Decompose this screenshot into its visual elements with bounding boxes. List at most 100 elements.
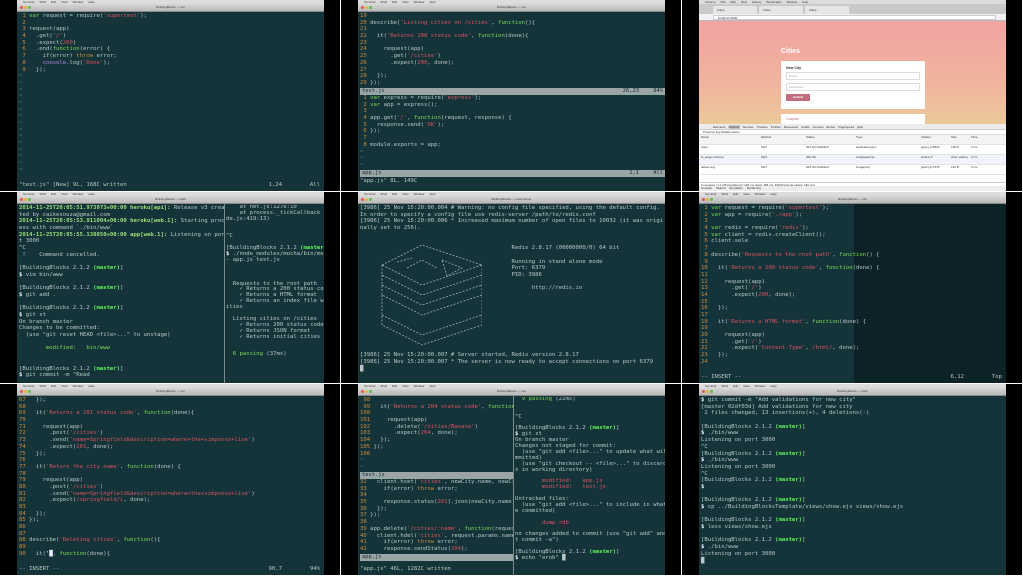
devtools-tab[interactable]: jsbin (857, 125, 863, 129)
network-row[interactable]: hi_anger-script.js GET 200 OK text/javascri… (699, 155, 1006, 165)
close-button[interactable] (702, 198, 705, 201)
devtools-tab[interactable]: Console (812, 125, 823, 129)
devtools-tab[interactable]: Ember (827, 125, 836, 129)
terminal-pane[interactable]: 19 20 describe('Listing cities on /citie… (360, 13, 665, 95)
minimize-button[interactable] (706, 198, 709, 201)
text-line: 99 it('Returns a 204 status code', funct… (360, 404, 513, 411)
text-segment: 20 (701, 332, 712, 339)
close-button[interactable] (702, 390, 705, 393)
city-list-item[interactable]: Caspian (781, 114, 925, 124)
column-header[interactable]: Time (971, 135, 991, 144)
minimize-button[interactable] (365, 198, 368, 201)
window-controls[interactable] (361, 390, 372, 393)
window-controls[interactable] (361, 198, 372, 201)
zoom-button[interactable] (369, 390, 372, 393)
terminal-pane[interactable]: $ git commit -m "Add validations for new… (701, 397, 1004, 573)
window-controls[interactable] (20, 198, 31, 201)
zoom-button[interactable] (710, 198, 713, 201)
text-line (701, 491, 1004, 498)
terminal-pane[interactable]: 2014-11-25T20:05:51.973973+00:00 heroku[… (19, 205, 224, 381)
column-header[interactable]: Status (806, 135, 856, 144)
text-line: $ less views/show.ejs (701, 524, 1004, 531)
minimize-button[interactable] (24, 198, 27, 201)
drawer-tab[interactable]: Rendering (747, 186, 761, 190)
devtools-tab[interactable]: Profiles (771, 125, 781, 129)
zoom-button[interactable] (710, 390, 713, 393)
terminal-pane[interactable]: 9 passing (22ms) ^C [BuildingBlocks 2.1.2 … (515, 397, 665, 573)
zoom-button[interactable] (369, 6, 372, 9)
terminal-pane[interactable]: at net.js:1276:10 at process._tickCallba… (226, 205, 324, 381)
window-controls[interactable] (20, 390, 31, 393)
zoom-button[interactable] (28, 198, 31, 201)
window-controls[interactable] (20, 6, 31, 9)
pane-divider[interactable] (224, 204, 225, 383)
close-button[interactable] (361, 198, 364, 201)
text-segment: (done) { (839, 318, 867, 325)
close-button[interactable] (361, 390, 364, 393)
browser-tab[interactable]: Cities (713, 6, 757, 14)
text-segment: 'cities' (417, 479, 445, 485)
window-controls[interactable] (361, 6, 372, 9)
devtools-tab[interactable]: PageSpeed (838, 125, 854, 129)
terminal-body[interactable]: [3986] 25 Nov 15:20:00.004 # Warning: no… (358, 204, 665, 383)
submit-button[interactable]: Submit (786, 94, 810, 101)
terminal-body[interactable]: 1 var request = require('supertest'); 2 … (17, 12, 324, 191)
browser-tab[interactable]: Cities (759, 6, 803, 14)
terminal-pane[interactable]: 1 var request = require('supertest'); 2 … (19, 13, 322, 181)
zoom-button[interactable] (28, 6, 31, 9)
terminal-body[interactable]: 98 99 it('Returns a 204 status code', fu… (358, 396, 665, 575)
column-header[interactable]: Initiator (921, 135, 951, 144)
network-row[interactable]: cities GET 304 Not Modified application/jso… (699, 145, 1006, 155)
devtools-tab[interactable]: Resources (784, 125, 798, 129)
window-controls[interactable] (702, 390, 713, 393)
minimize-button[interactable] (365, 390, 368, 393)
zoom-button[interactable] (28, 390, 31, 393)
drawer-tab[interactable]: Search (716, 186, 726, 190)
terminal-body[interactable]: $ git commit -m "Add validations for new… (699, 396, 1006, 575)
terminal-pane[interactable]: 32 client.hset('cities', newCity.name, n… (360, 479, 513, 561)
terminal-body[interactable]: 1 var request = require('supertest'); 2 … (699, 204, 1006, 383)
text-segment: s in working directory) (515, 466, 593, 473)
close-button[interactable] (20, 6, 23, 9)
terminal-pane[interactable]: 98 99 it('Returns a 204 status code', fu… (360, 397, 513, 479)
column-header[interactable]: Type (856, 135, 921, 144)
close-button[interactable] (361, 6, 364, 9)
column-header[interactable]: Method (761, 135, 806, 144)
terminal-pane[interactable]: 67 }); 68 69 it('Returns a 201 status cod… (19, 397, 322, 565)
name-input[interactable]: Name (786, 72, 920, 80)
pane-divider[interactable] (513, 396, 514, 575)
minimize-button[interactable] (24, 390, 27, 393)
zoom-button[interactable] (369, 198, 372, 201)
window-controls[interactable] (702, 198, 713, 201)
devtools-tab[interactable]: Sources (743, 125, 754, 129)
column-header[interactable]: Name (701, 135, 761, 144)
drawer-tab[interactable]: Console (701, 186, 712, 190)
devtools-tab[interactable]: Timeline (757, 125, 768, 129)
network-row[interactable]: delete.png GET 304 Not Modified image/png jq… (699, 165, 1006, 175)
close-button[interactable] (20, 198, 23, 201)
text-segment: describe( (711, 251, 742, 258)
text-segment: 9 passing (515, 397, 556, 402)
terminal-body[interactable]: 2014-11-25T20:05:51.973973+00:00 heroku[… (17, 204, 324, 383)
text-segment: request(app) (29, 26, 70, 33)
description-input[interactable]: Description (786, 83, 920, 91)
devtools-tab[interactable]: Network (728, 125, 740, 129)
column-header[interactable]: Size (951, 135, 971, 144)
url-input[interactable]: localhost:3000 (713, 15, 996, 20)
devtools-tab[interactable]: Audits (801, 125, 809, 129)
browser-tab[interactable]: Cities (805, 6, 849, 14)
text-line: ~ (19, 73, 322, 80)
terminal-pane[interactable]: [3986] 25 Nov 15:20:00.004 # Warning: no… (360, 205, 663, 381)
terminal-body[interactable]: 67 }); 68 69 it('Returns a 201 status cod… (17, 396, 324, 575)
drawer-tab[interactable]: Emulation (730, 186, 743, 190)
text-line: 37 }); (360, 512, 513, 519)
terminal-body[interactable]: 19 20 describe('Listing cities on /citie… (358, 12, 665, 191)
minimize-button[interactable] (24, 6, 27, 9)
terminal-pane[interactable]: 1 var express = require('express'); 2 va… (360, 95, 665, 177)
terminal-pane[interactable]: 1 var request = require('supertest'); 2 … (701, 205, 1004, 373)
close-button[interactable] (20, 390, 23, 393)
message-text: -- INSERT -- (19, 566, 60, 572)
minimize-button[interactable] (706, 390, 709, 393)
minimize-button[interactable] (365, 6, 368, 9)
devtools-tab[interactable]: Elements (713, 125, 726, 129)
